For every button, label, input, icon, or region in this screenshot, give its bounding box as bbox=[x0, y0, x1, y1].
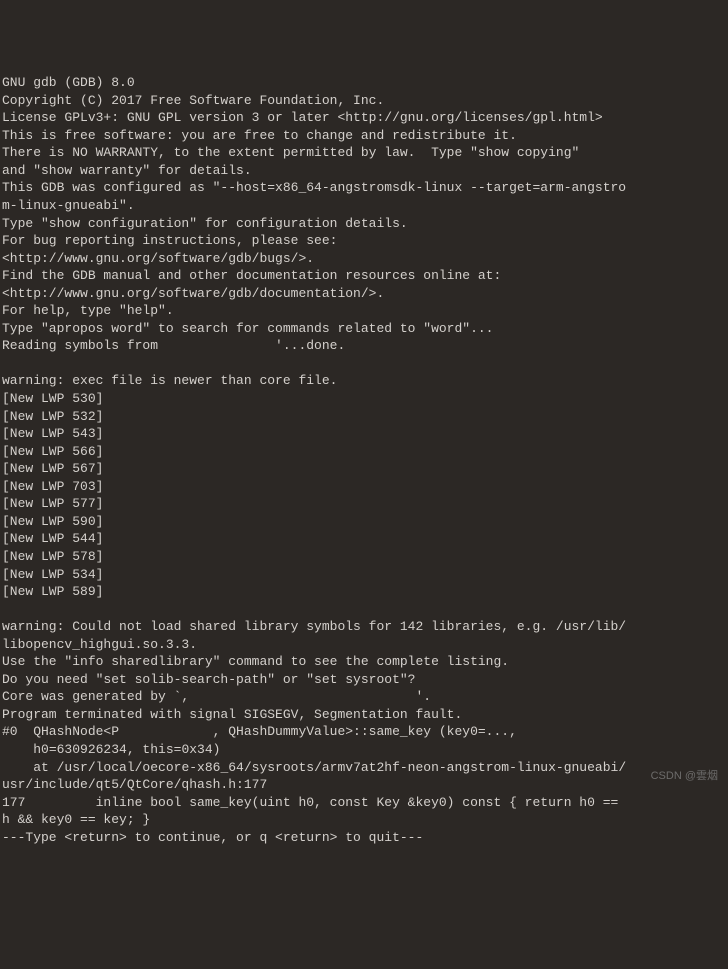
terminal-line: ---Type <return> to continue, or q <retu… bbox=[2, 829, 726, 847]
terminal-line: Type "apropos word" to search for comman… bbox=[2, 320, 726, 338]
terminal-line: GNU gdb (GDB) 8.0 bbox=[2, 74, 726, 92]
terminal-line: [New LWP 703] bbox=[2, 478, 726, 496]
terminal-line: <http://www.gnu.org/software/gdb/documen… bbox=[2, 285, 726, 303]
terminal-line: <http://www.gnu.org/software/gdb/bugs/>. bbox=[2, 250, 726, 268]
terminal-line: [New LWP 589] bbox=[2, 583, 726, 601]
terminal-line: [New LWP 578] bbox=[2, 548, 726, 566]
terminal-line: [New LWP 544] bbox=[2, 530, 726, 548]
terminal-line: h0=630926234, this=0x34) bbox=[2, 741, 726, 759]
terminal-line: at /usr/local/oecore-x86_64/sysroots/arm… bbox=[2, 759, 726, 777]
terminal-line: warning: exec file is newer than core fi… bbox=[2, 372, 726, 390]
terminal-line: [New LWP 567] bbox=[2, 460, 726, 478]
terminal-line: [New LWP 530] bbox=[2, 390, 726, 408]
terminal-line: m-linux-gnueabi". bbox=[2, 197, 726, 215]
terminal-line: libopencv_highgui.so.3.3. bbox=[2, 636, 726, 654]
watermark-text: CSDN @雲烟 bbox=[651, 769, 718, 784]
terminal-line: [New LWP 590] bbox=[2, 513, 726, 531]
terminal-line: Reading symbols from '...done. bbox=[2, 337, 726, 355]
terminal-line: Use the "info sharedlibrary" command to … bbox=[2, 653, 726, 671]
terminal-line: [New LWP 532] bbox=[2, 408, 726, 426]
terminal-line: There is NO WARRANTY, to the extent perm… bbox=[2, 144, 726, 162]
terminal-line bbox=[2, 355, 726, 373]
terminal-line: and "show warranty" for details. bbox=[2, 162, 726, 180]
terminal-line: #0 QHashNode<P , QHashDummyValue>::same_… bbox=[2, 723, 726, 741]
terminal-line: License GPLv3+: GNU GPL version 3 or lat… bbox=[2, 109, 726, 127]
terminal-line: This is free software: you are free to c… bbox=[2, 127, 726, 145]
terminal-line: This GDB was configured as "--host=x86_6… bbox=[2, 179, 726, 197]
terminal-line: Type "show configuration" for configurat… bbox=[2, 215, 726, 233]
terminal-line: Program terminated with signal SIGSEGV, … bbox=[2, 706, 726, 724]
terminal-line: Do you need "set solib-search-path" or "… bbox=[2, 671, 726, 689]
terminal-line: [New LWP 577] bbox=[2, 495, 726, 513]
terminal-line: Copyright (C) 2017 Free Software Foundat… bbox=[2, 92, 726, 110]
terminal-line: Core was generated by `, '. bbox=[2, 688, 726, 706]
terminal-line: 177 inline bool same_key(uint h0, const … bbox=[2, 794, 726, 812]
terminal-line: h && key0 == key; } bbox=[2, 811, 726, 829]
terminal-line: [New LWP 543] bbox=[2, 425, 726, 443]
terminal-line: For bug reporting instructions, please s… bbox=[2, 232, 726, 250]
terminal-line: [New LWP 534] bbox=[2, 566, 726, 584]
terminal-line: Find the GDB manual and other documentat… bbox=[2, 267, 726, 285]
terminal-line: usr/include/qt5/QtCore/qhash.h:177 bbox=[2, 776, 726, 794]
terminal-line: [New LWP 566] bbox=[2, 443, 726, 461]
terminal-line: warning: Could not load shared library s… bbox=[2, 618, 726, 636]
terminal-line: For help, type "help". bbox=[2, 302, 726, 320]
terminal-output: GNU gdb (GDB) 8.0Copyright (C) 2017 Free… bbox=[2, 74, 726, 846]
terminal-line bbox=[2, 601, 726, 619]
